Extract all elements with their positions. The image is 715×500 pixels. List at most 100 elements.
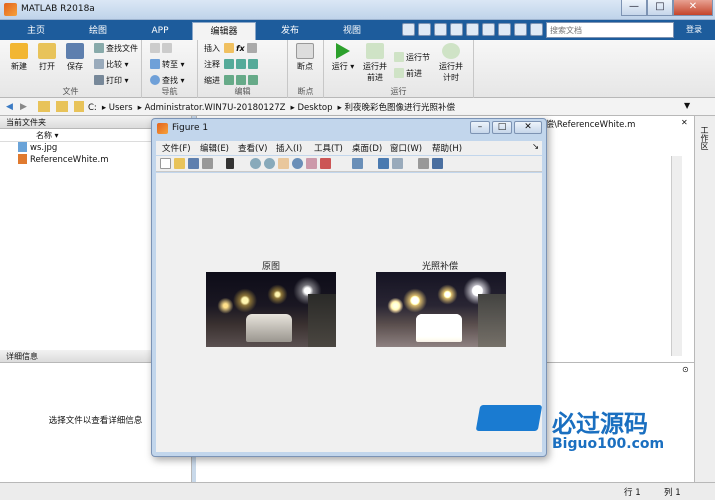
new-figure-icon[interactable]	[160, 158, 171, 169]
zoom-out-icon[interactable]	[264, 158, 275, 169]
run-advance-icon	[366, 43, 384, 59]
address-dropdown-icon[interactable]: ▼	[684, 101, 690, 110]
ribbon: 新建 打开 保存 查找文件 比较 ▾ 打印 ▾ 文件 转至 ▾ 查找 ▾ 导航 …	[0, 40, 715, 98]
run-icon	[334, 43, 352, 59]
copy-icon[interactable]	[434, 23, 447, 36]
new-label: 新建	[11, 62, 27, 71]
cut-icon[interactable]	[418, 23, 431, 36]
wrap-comment-icon	[248, 59, 258, 69]
window-switch-icon[interactable]	[498, 23, 511, 36]
menu-dock-icon[interactable]: ↘	[532, 142, 539, 152]
file-name: ws.jpg	[30, 143, 58, 153]
edit-icons-row2[interactable]	[224, 59, 260, 71]
zoom-in-icon[interactable]	[250, 158, 261, 169]
ribbon-section-edit: 插入 注释 缩进 fx 编辑	[198, 40, 288, 98]
menu-tools[interactable]: 工具(T)	[314, 142, 343, 154]
editor-scrollbar[interactable]	[671, 156, 682, 356]
maximize-button[interactable]: □	[647, 0, 673, 16]
run-advance-button[interactable]: 运行并 前进	[360, 43, 390, 83]
dropdown-icon[interactable]	[530, 23, 543, 36]
edit-icons-row1[interactable]: fx	[224, 43, 259, 55]
comment-button[interactable]: 注释	[204, 59, 220, 71]
tab-apps[interactable]: APP	[130, 22, 190, 40]
crumb-1[interactable]: Users	[109, 103, 133, 113]
rotate-icon[interactable]	[292, 158, 303, 169]
compare-button[interactable]: 比较 ▾	[94, 59, 129, 71]
breakpoints-button[interactable]: 断点	[292, 43, 318, 72]
command-window-menu-icon[interactable]: ⊙	[682, 365, 689, 374]
search-docs[interactable]	[546, 22, 674, 38]
crumb-4[interactable]: 利夜晚彩色图像进行光照补偿	[344, 103, 455, 113]
section-label-edit: 编辑	[234, 87, 251, 96]
help-icon[interactable]	[514, 23, 527, 36]
crumb-2[interactable]: Administrator.WIN7U-20180127Z	[145, 103, 286, 113]
left-image-title: 原图	[262, 262, 281, 272]
figure-maximize-button[interactable]: □	[492, 121, 512, 134]
brush-icon[interactable]	[320, 158, 331, 169]
advance-button[interactable]: 前进	[394, 68, 422, 80]
up-folder-icon[interactable]	[38, 101, 50, 112]
open-file-icon[interactable]	[174, 158, 185, 169]
menu-desktop[interactable]: 桌面(D)	[352, 142, 382, 154]
new-button[interactable]: 新建	[6, 43, 32, 72]
run-button[interactable]: 运行 ▾	[330, 43, 356, 72]
minimize-button[interactable]: —	[621, 0, 647, 16]
figure-close-button[interactable]: ✕	[514, 121, 542, 134]
search-input[interactable]	[547, 23, 673, 37]
run-time-button[interactable]: 运行并 计时	[436, 43, 466, 83]
data-cursor-icon[interactable]	[306, 158, 317, 169]
back-nav-button[interactable]	[150, 43, 174, 55]
advance-label: 前进	[406, 69, 422, 78]
crumb-3[interactable]: Desktop	[297, 103, 332, 113]
compare-label: 比较	[106, 60, 122, 69]
tab-home[interactable]: 主页	[6, 22, 66, 40]
menu-view[interactable]: 查看(V)	[238, 142, 267, 154]
menu-file[interactable]: 文件(F)	[162, 142, 191, 154]
undo-icon[interactable]	[466, 23, 479, 36]
legend-icon[interactable]	[392, 158, 403, 169]
menu-insert[interactable]: 插入(I)	[276, 142, 302, 154]
redo-icon[interactable]	[482, 23, 495, 36]
save-button[interactable]: 保存	[62, 43, 88, 72]
crumb-0[interactable]: C:	[88, 103, 97, 113]
colorbar-icon[interactable]	[378, 158, 389, 169]
close-button[interactable]: ✕	[673, 0, 713, 16]
tab-plots[interactable]: 绘图	[68, 22, 128, 40]
find-files-button[interactable]: 查找文件	[94, 43, 138, 55]
print-figure-icon[interactable]	[202, 158, 213, 169]
back-arrow-icon[interactable]: ◀	[6, 102, 13, 112]
ribbon-section-file: 新建 打开 保存 查找文件 比较 ▾ 打印 ▾ 文件	[0, 40, 142, 98]
ribbon-section-nav: 转至 ▾ 查找 ▾ 导航	[142, 40, 198, 98]
open-label: 打开	[39, 62, 55, 71]
link-plot-icon[interactable]	[352, 158, 363, 169]
compensated-image[interactable]	[376, 272, 506, 347]
save-figure-icon[interactable]	[188, 158, 199, 169]
forward-icon	[162, 43, 172, 53]
login-link[interactable]: 登录	[686, 24, 702, 35]
menu-window[interactable]: 窗口(W)	[390, 142, 422, 154]
forward-arrow-icon[interactable]: ▶	[20, 102, 27, 112]
open-button[interactable]: 打开	[34, 43, 60, 72]
hide-plot-tools-icon[interactable]	[418, 158, 429, 169]
run-section-button[interactable]: 运行节	[394, 52, 430, 64]
menu-help[interactable]: 帮助(H)	[432, 142, 462, 154]
paste-icon[interactable]	[450, 23, 463, 36]
goto-label: 转至	[162, 60, 178, 69]
show-plot-tools-icon[interactable]	[432, 158, 443, 169]
tree-shape	[308, 294, 336, 347]
menu-edit[interactable]: 编辑(E)	[200, 142, 229, 154]
goto-button[interactable]: 转至 ▾	[150, 59, 185, 71]
workspace-sidebar[interactable]: 工作区	[694, 116, 715, 482]
original-image[interactable]	[206, 272, 336, 347]
edit-plot-icon[interactable]	[226, 158, 234, 169]
tab-publish[interactable]: 发布	[260, 22, 320, 40]
tab-editor[interactable]: 编辑器	[192, 22, 256, 40]
pan-icon[interactable]	[278, 158, 289, 169]
save-icon[interactable]	[402, 23, 415, 36]
tab-view[interactable]: 视图	[322, 22, 382, 40]
insert-button[interactable]: 插入	[204, 43, 220, 55]
editor-close-icon[interactable]: ✕	[681, 118, 688, 127]
find-files-icon	[94, 43, 104, 53]
browse-folder-icon[interactable]	[56, 101, 68, 112]
figure-minimize-button[interactable]: –	[470, 121, 490, 134]
